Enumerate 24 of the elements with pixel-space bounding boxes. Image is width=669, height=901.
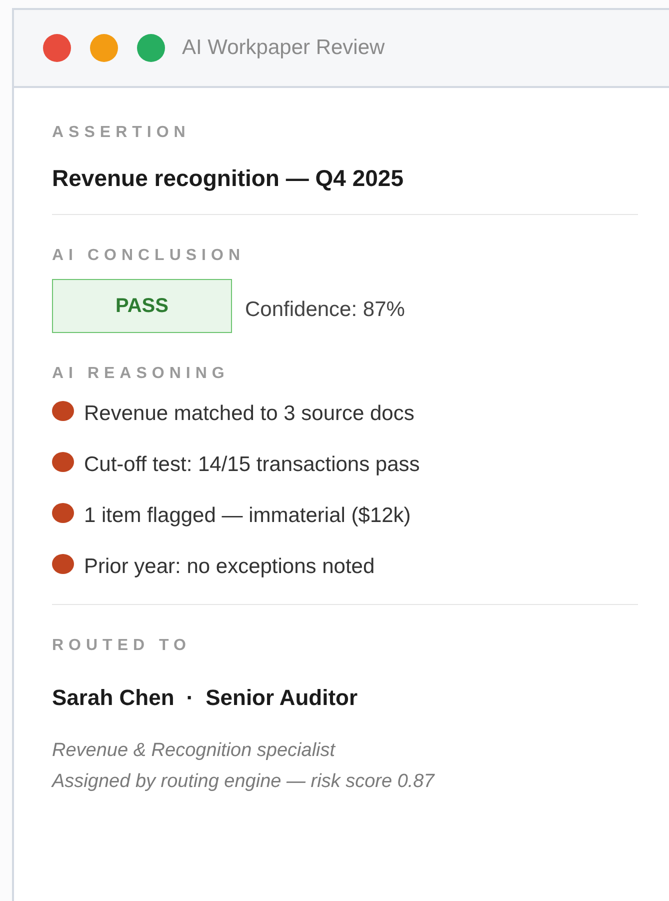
bullet-dot-icon: [52, 554, 74, 574]
close-button[interactable]: [43, 34, 71, 62]
routing-note: Revenue & Recognition specialist: [52, 739, 337, 763]
reasoning-text: Cut-off test: 14/15 transactions pass: [84, 452, 420, 478]
verdict-badge: PASS: [52, 279, 232, 333]
section-label: AI CONCLUSION: [52, 247, 246, 265]
assignee-name: Sarah Chen: [52, 685, 174, 711]
separator-dot: ·: [186, 685, 194, 711]
reasoning-text: Revenue matched to 3 source docs: [84, 401, 414, 427]
maximize-button[interactable]: [137, 34, 165, 62]
window-title: AI Workpaper Review: [182, 36, 385, 60]
bullet-dot-icon: [52, 452, 74, 472]
confidence-text: Confidence: 87%: [245, 298, 405, 322]
section-label: ASSERTION: [52, 124, 192, 142]
routing-note: Assigned by routing engine — risk score 0.87: [52, 770, 436, 794]
assignee-role: Senior Auditor: [206, 685, 358, 711]
bullet-dot-icon: [52, 401, 74, 421]
assertion-title: Revenue recognition — Q4 2025: [52, 165, 405, 192]
bullet-dot-icon: [52, 503, 74, 523]
section-label: AI REASONING: [52, 365, 230, 383]
reasoning-text: Prior year: no exceptions noted: [84, 554, 375, 580]
minimize-button[interactable]: [90, 34, 118, 62]
section-label: ROUTED TO: [52, 637, 192, 655]
reasoning-text: 1 item flagged — immaterial ($12k): [84, 503, 411, 529]
